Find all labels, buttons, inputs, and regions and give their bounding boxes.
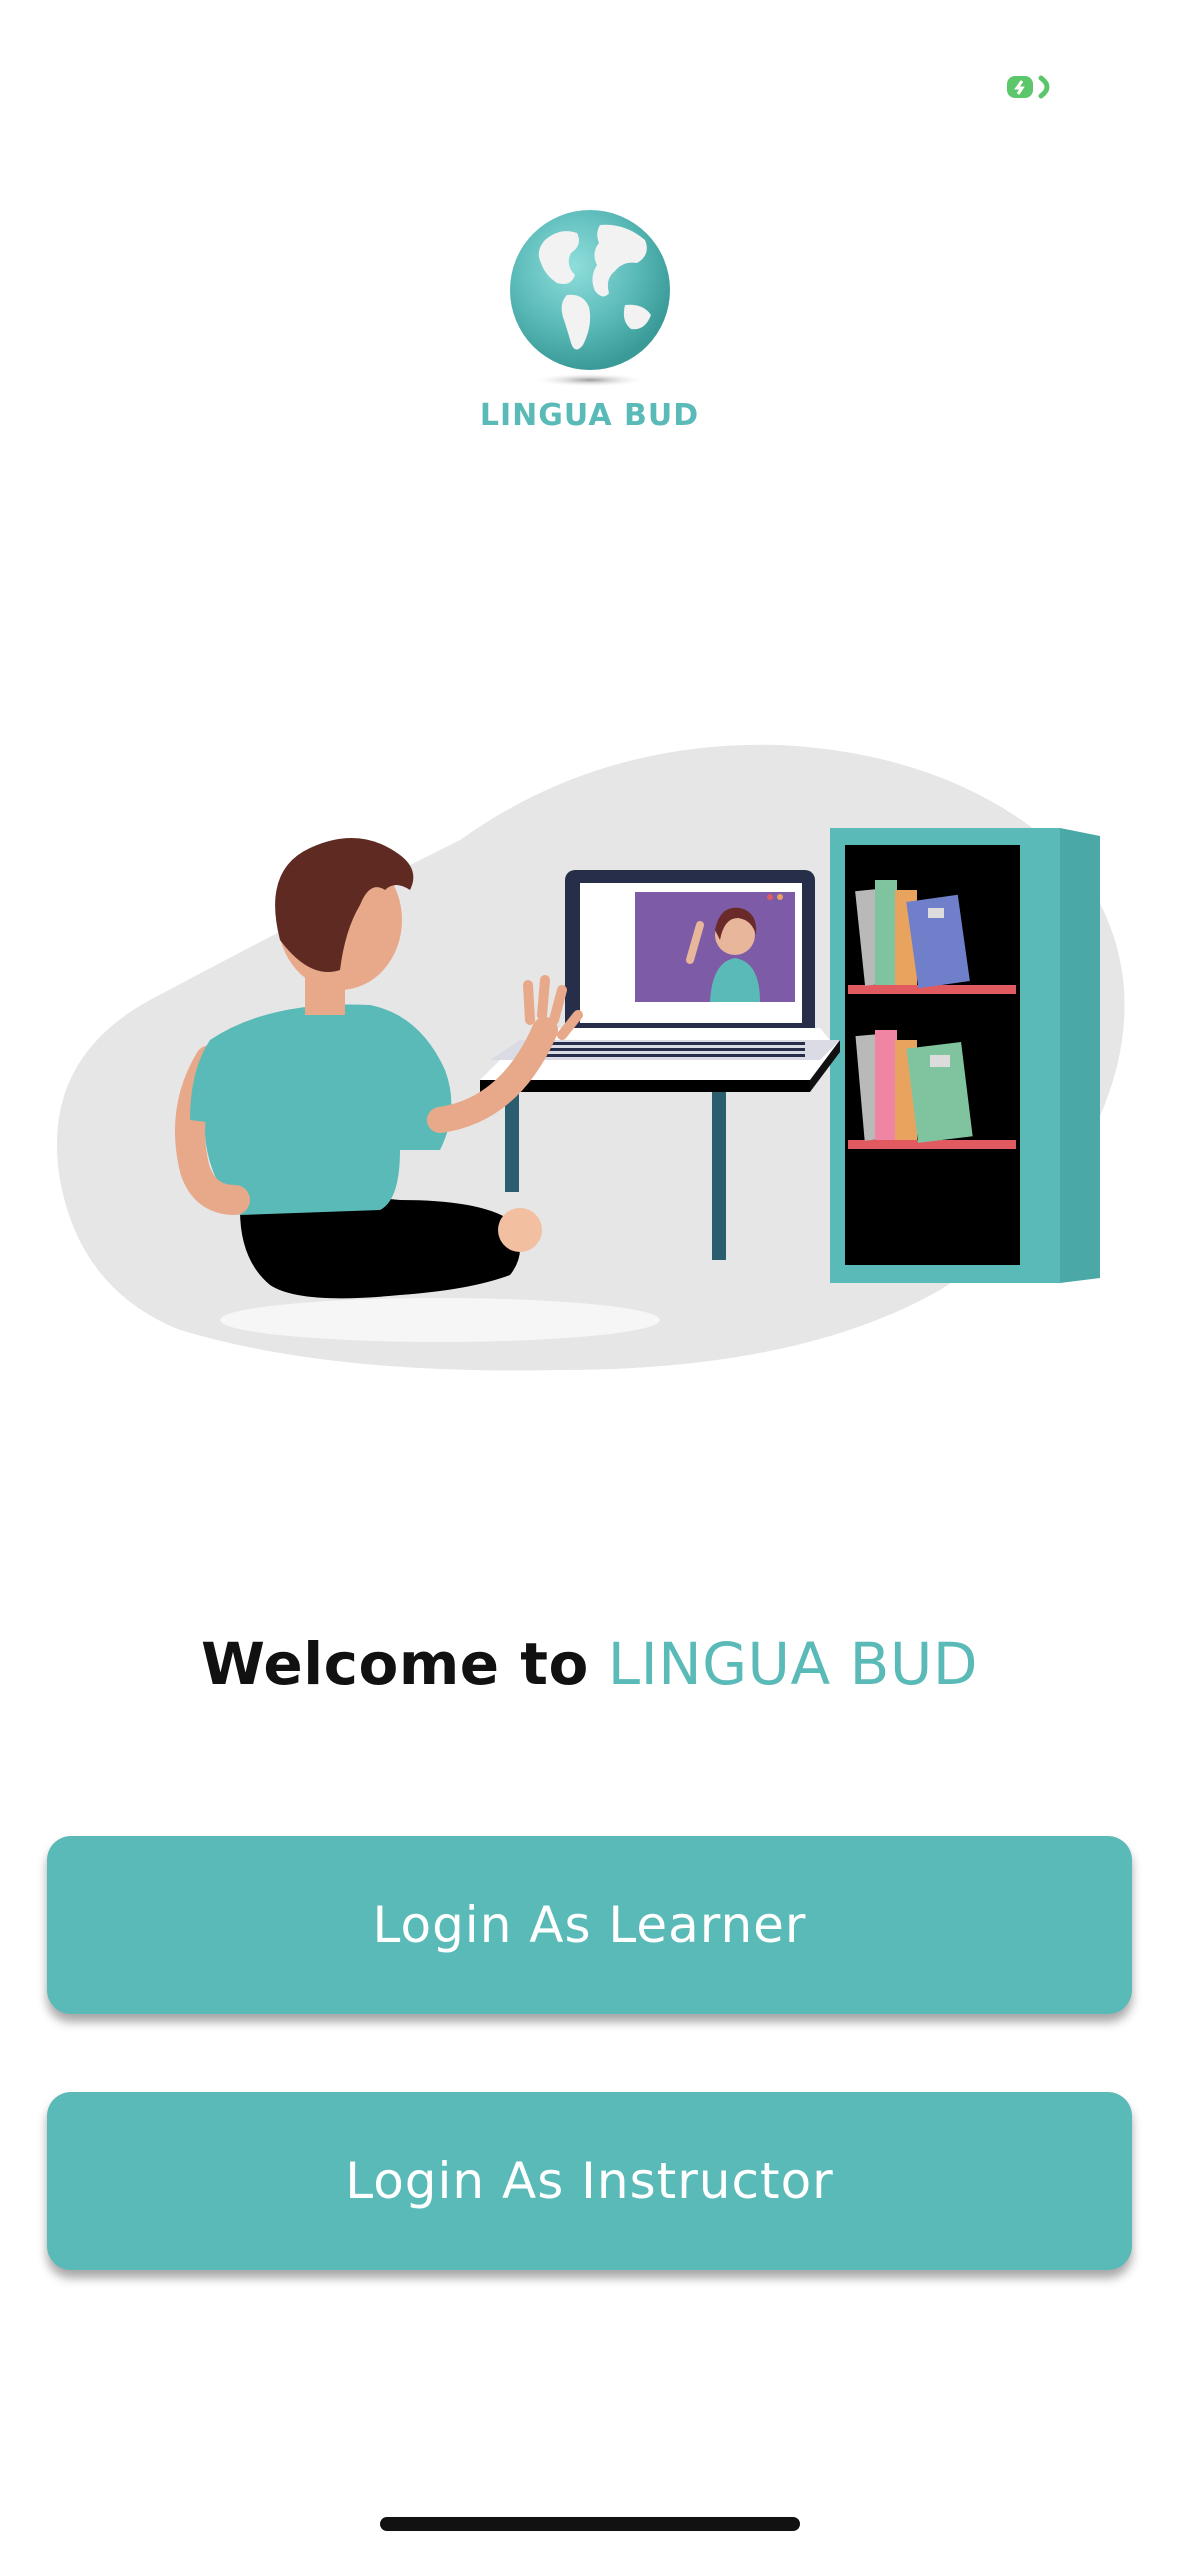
login-as-learner-label: Login As Learner: [372, 1896, 807, 1954]
home-indicator[interactable]: [380, 2517, 800, 2531]
globe-icon: [509, 210, 670, 387]
login-as-instructor-button[interactable]: Login As Instructor: [47, 2092, 1132, 2270]
login-as-instructor-label: Login As Instructor: [345, 2152, 834, 2210]
bookshelf: [830, 828, 1100, 1283]
online-lesson-illustration: [56, 744, 1125, 1371]
battery-charging-icon: [1007, 75, 1050, 99]
login-as-learner-button[interactable]: Login As Learner: [47, 1836, 1132, 2014]
app-logo: LINGUA BUD: [0, 205, 1179, 433]
logo-text: LINGUA BUD: [479, 398, 700, 433]
welcome-heading: Welcome to LINGUA BUD: [0, 1630, 1179, 1698]
welcome-brand: LINGUA BUD: [607, 1630, 979, 1698]
welcome-prefix: Welcome to: [200, 1630, 589, 1698]
welcome-screen: LINGUA BUD Welcome to LINGUA BUD Login A…: [0, 0, 1179, 2556]
